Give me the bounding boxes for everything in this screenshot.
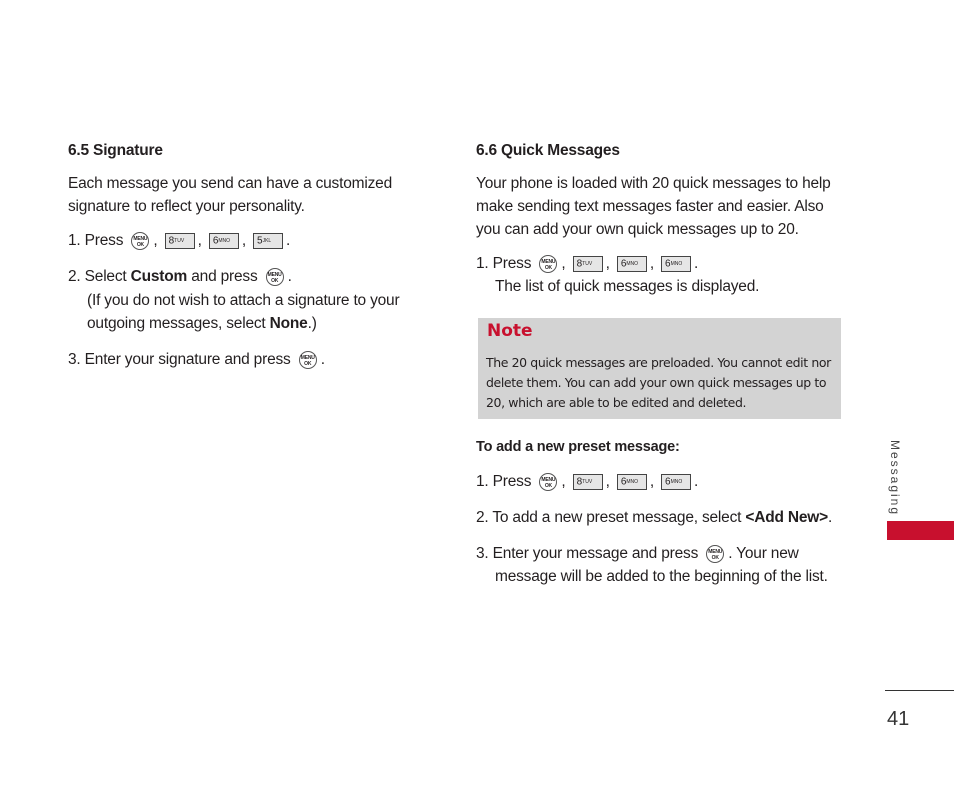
step-2: 2. To add a new preset message, select <… — [476, 509, 833, 526]
menu-ok-key-icon: MENU OK — [539, 254, 558, 273]
paragraph: (If you do not wish to attach a signatur… — [87, 292, 400, 309]
key-6-icon: 6MNO — [616, 255, 647, 272]
paragraph: The list of quick messages is displayed. — [495, 278, 760, 295]
key-6-icon: 6MNO — [208, 232, 239, 249]
paragraph: Your phone is loaded with 20 quick messa… — [476, 175, 831, 192]
manual-page: 6.5 Signature Each message you send can … — [0, 0, 954, 793]
key-8-icon: 8TUV — [572, 473, 603, 490]
step-1: 1. Press MENU OK, 8TUV, 6MNO, 6MNO. — [476, 472, 699, 491]
step-3: 3. Enter your message and press MENU OK. … — [476, 544, 799, 563]
key-5-icon: 5JKL — [253, 232, 284, 249]
key-8-icon: 8TUV — [572, 255, 603, 272]
key-6-icon: 6MNO — [661, 255, 692, 272]
paragraph: outgoing messages, select None.) — [87, 315, 317, 332]
paragraph: make sending text messages faster and ea… — [476, 198, 824, 215]
key-6-icon: 6MNO — [661, 473, 692, 490]
menu-ok-key-icon: MENU OK — [539, 472, 558, 491]
step-1: 1. Press MENU OK, 8TUV, 6MNO, 6MNO. — [476, 254, 699, 273]
key-6-icon: 6MNO — [616, 473, 647, 490]
note-box: Note The 20 quick messages are preloaded… — [478, 318, 841, 419]
note-title: Note — [487, 321, 533, 341]
menu-ok-key-icon: MENU OK — [131, 231, 150, 250]
menu-ok-key-icon: MENU OK — [298, 350, 317, 369]
paragraph: signature to reflect your personality. — [68, 198, 305, 215]
section-tab-marker — [887, 521, 954, 540]
step-2: 2. Select Custom and press MENU OK. — [68, 267, 292, 286]
menu-ok-key-icon: MENU OK — [265, 267, 284, 286]
page-number: 41 — [887, 708, 910, 730]
section-title-signature: 6.5 Signature — [68, 142, 163, 159]
key-8-icon: 8TUV — [164, 232, 195, 249]
subheading-add-preset: To add a new preset message: — [476, 439, 680, 455]
paragraph: Each message you send can have a customi… — [68, 175, 392, 192]
footer-divider — [885, 690, 954, 691]
section-side-label: Messaging — [888, 440, 902, 517]
note-body: The 20 quick messages are preloaded. You… — [486, 355, 831, 410]
section-title-quick-messages: 6.6 Quick Messages — [476, 142, 620, 159]
step-3: 3. Enter your signature and press MENU OK… — [68, 350, 325, 369]
menu-ok-key-icon: MENU OK — [706, 544, 725, 563]
paragraph: you can add your own quick messages up t… — [476, 221, 799, 238]
paragraph: message will be added to the beginning o… — [495, 568, 828, 585]
step-1: 1. Press MENU OK, 8TUV, 6MNO, 5JKL. — [68, 231, 291, 250]
